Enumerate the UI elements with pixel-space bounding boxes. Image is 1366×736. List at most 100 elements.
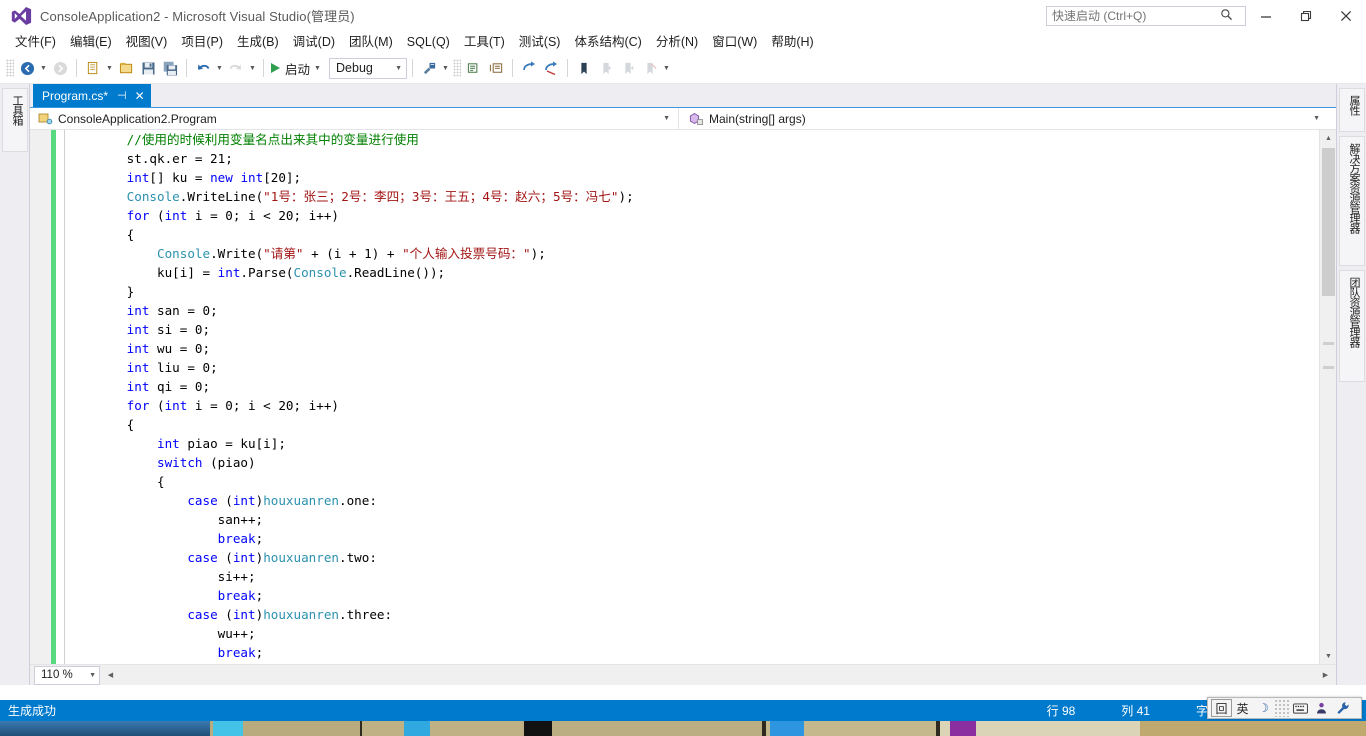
add-new-item-icon[interactable] [115, 57, 137, 79]
ime-settings-icon[interactable] [1332, 699, 1353, 717]
close-button[interactable] [1326, 0, 1366, 31]
bookmark-icon[interactable] [573, 57, 595, 79]
comment-selection-icon[interactable] [463, 57, 485, 79]
taskbar-item-icon[interactable] [950, 721, 976, 736]
menu-item-test[interactable]: 测试(S) [512, 32, 568, 52]
redo-dropdown-icon[interactable]: ▼ [247, 57, 258, 79]
code-token: int [232, 550, 256, 565]
menu-item-file[interactable]: 文件(F) [8, 32, 63, 52]
scroll-down-icon[interactable]: ▼ [1320, 648, 1337, 664]
code-token: houxuanren [263, 607, 340, 622]
zoom-level-select[interactable]: 110 % ▼ [34, 665, 100, 685]
ime-keyboard-icon[interactable] [1290, 699, 1311, 717]
code-token: int [126, 360, 150, 375]
vertical-scroll-thumb[interactable] [1322, 148, 1335, 296]
ime-moon-icon[interactable]: ☽ [1253, 699, 1274, 717]
taskbar-item[interactable] [522, 721, 762, 736]
toolbar-grip[interactable] [453, 59, 462, 77]
code-text[interactable]: //使用的时候利用变量名点出来其中的变量进行使用 st.qk.er = 21; … [66, 130, 634, 664]
toolbar-grip[interactable] [6, 59, 14, 77]
navigate-back-dropdown-icon[interactable]: ▼ [38, 57, 49, 79]
scroll-up-icon[interactable]: ▲ [1320, 130, 1337, 146]
ime-language-english-icon[interactable]: 英 [1232, 699, 1253, 717]
selection-margin[interactable] [30, 130, 52, 664]
sidebar-item-solution-explorer[interactable]: 解决方案资源管理器 [1339, 136, 1365, 266]
menu-item-edit[interactable]: 编辑(E) [63, 32, 119, 52]
quick-launch-box[interactable] [1046, 6, 1246, 26]
taskbar-item-icon[interactable] [770, 721, 804, 736]
start-debug-button[interactable]: 启动 [269, 57, 312, 79]
solution-configuration-select[interactable]: Debug ▼ [329, 57, 408, 79]
menu-item-help[interactable]: 帮助(H) [764, 32, 820, 52]
document-tab-program-cs[interactable]: Program.cs* ⊣ ✕ [33, 84, 151, 107]
toolbar-overflow-icon[interactable]: ▼ [661, 57, 672, 79]
next-bookmark-icon[interactable] [617, 57, 639, 79]
menu-item-project[interactable]: 项目(P) [174, 32, 230, 52]
navigate-back-icon[interactable] [16, 57, 38, 79]
search-icon[interactable] [1215, 8, 1237, 24]
code-token: .Parse( [240, 265, 294, 280]
ime-handwriting-icon[interactable] [1311, 699, 1332, 717]
pin-icon[interactable]: ⊣ [117, 89, 127, 102]
member-dropdown[interactable]: Main(string[] args) ▼ [678, 108, 1328, 129]
code-token: (piao) [202, 455, 256, 470]
chevron-down-icon[interactable]: ▼ [1313, 115, 1320, 122]
new-project-dropdown-icon[interactable]: ▼ [104, 57, 115, 79]
menu-item-tools[interactable]: 工具(T) [457, 32, 512, 52]
taskbar-start-area[interactable] [0, 721, 210, 736]
quick-launch-input[interactable] [1047, 7, 1215, 25]
code-editor[interactable]: //使用的时候利用变量名点出来其中的变量进行使用 st.qk.er = 21; … [30, 130, 1336, 664]
menu-item-sql[interactable]: SQL(Q) [400, 32, 457, 52]
menu-item-analyze[interactable]: 分析(N) [649, 32, 705, 52]
close-icon[interactable]: ✕ [135, 89, 145, 103]
menu-item-team[interactable]: 团队(M) [342, 32, 400, 52]
menu-item-build[interactable]: 生成(B) [230, 32, 286, 52]
code-line: int san = 0; [66, 301, 634, 320]
clear-bookmarks-icon[interactable] [639, 57, 661, 79]
code-line: int piao = ku[i]; [66, 434, 634, 453]
ime-mode-icon[interactable]: 回 [1211, 699, 1232, 717]
taskbar-item[interactable] [362, 721, 522, 736]
increase-indent-icon[interactable] [540, 57, 562, 79]
redo-icon[interactable] [225, 57, 247, 79]
menu-item-window[interactable]: 窗口(W) [705, 32, 764, 52]
navigate-forward-icon[interactable] [49, 57, 71, 79]
code-token: si++; [66, 569, 256, 584]
undo-dropdown-icon[interactable]: ▼ [214, 57, 225, 79]
code-line: int[] ku = new int[20]; [66, 168, 634, 187]
minimize-button[interactable] [1246, 0, 1286, 31]
chevron-down-icon[interactable]: ▼ [395, 65, 402, 72]
sidebar-item-properties[interactable]: 属性 [1339, 88, 1365, 132]
new-project-icon[interactable] [82, 57, 104, 79]
save-all-icon[interactable] [159, 57, 181, 79]
start-debug-dropdown-icon[interactable]: ▼ [312, 57, 323, 79]
type-dropdown[interactable]: ConsoleApplication2.Program ▼ [30, 108, 678, 129]
uncomment-selection-icon[interactable] [485, 57, 507, 79]
undo-icon[interactable] [192, 57, 214, 79]
editor-horizontal-scrollbar[interactable]: ◀ ▶ [102, 666, 1334, 684]
previous-bookmark-icon[interactable] [595, 57, 617, 79]
menu-item-debug[interactable]: 调试(D) [286, 32, 342, 52]
maximize-button[interactable] [1286, 0, 1326, 31]
standard-toolbar: ▼ ▼ ▼ ▼ 启动 ▼ Debug ▼ ▼ ▼ [0, 53, 1366, 84]
code-token: .ReadLine()); [346, 265, 446, 280]
editor-vertical-scrollbar[interactable]: ▲ ▼ [1319, 130, 1336, 664]
chevron-down-icon[interactable]: ▼ [663, 115, 670, 122]
taskbar-item-icon[interactable] [404, 721, 430, 736]
attach-to-process-icon[interactable] [418, 57, 440, 79]
scroll-left-icon[interactable]: ◀ [102, 667, 119, 684]
menu-item-view[interactable]: 视图(V) [119, 32, 175, 52]
taskbar-item-icon[interactable] [213, 721, 243, 736]
attach-dropdown-icon[interactable]: ▼ [440, 57, 451, 79]
windows-taskbar[interactable] [0, 721, 1366, 736]
decrease-indent-icon[interactable] [518, 57, 540, 79]
taskbar-tray[interactable] [1140, 721, 1366, 736]
taskbar-item-icon[interactable] [524, 721, 552, 736]
save-icon[interactable] [137, 57, 159, 79]
sidebar-item-toolbox[interactable]: 工具箱 [2, 88, 28, 152]
scroll-right-icon[interactable]: ▶ [1317, 667, 1334, 684]
menu-item-architecture[interactable]: 体系结构(C) [567, 32, 648, 52]
chevron-down-icon[interactable]: ▼ [89, 672, 96, 679]
sidebar-item-team-explorer[interactable]: 团队资源管理器 [1339, 270, 1365, 382]
